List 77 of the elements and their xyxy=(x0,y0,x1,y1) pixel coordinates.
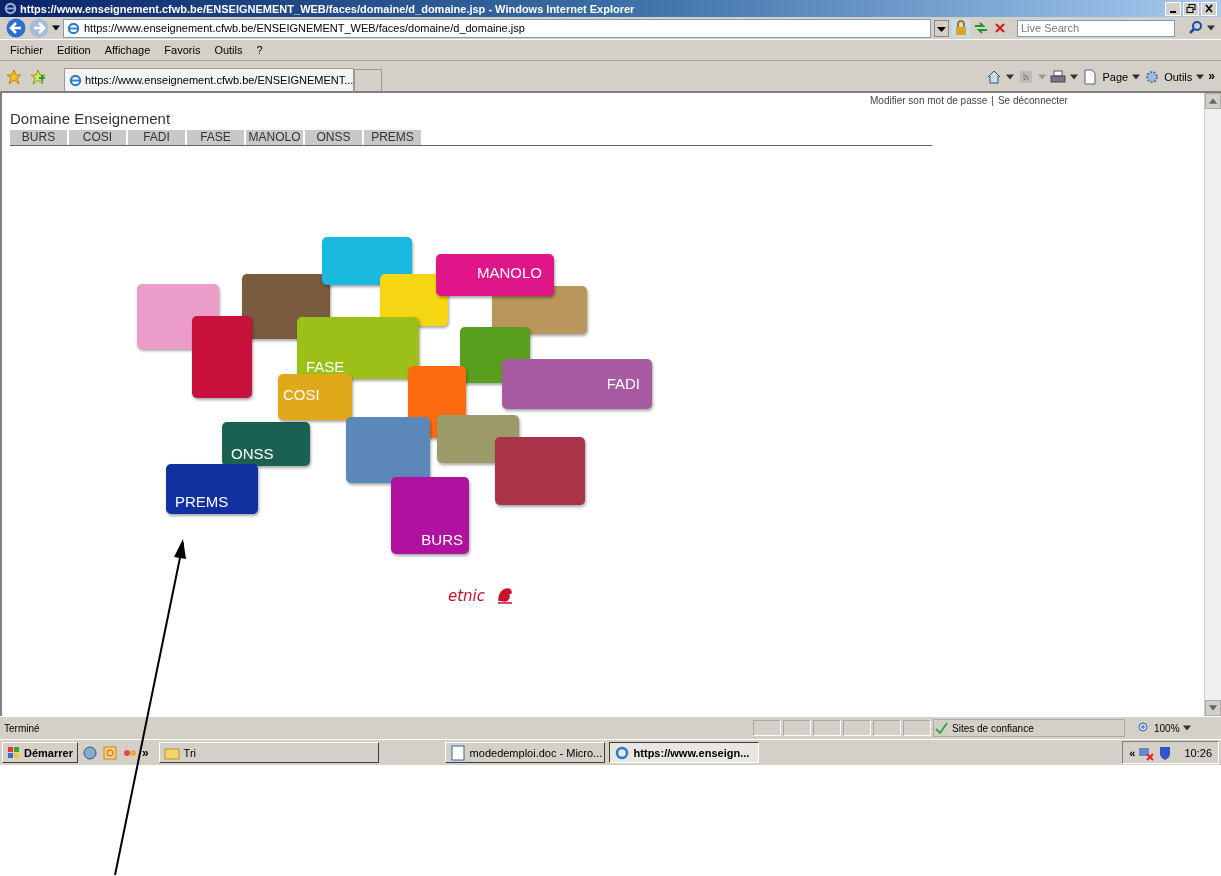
close-button[interactable] xyxy=(1201,1,1217,16)
dropdown-icon[interactable] xyxy=(1006,74,1015,80)
menu-item[interactable]: Edition xyxy=(57,44,91,56)
domain-tile[interactable]: BURS xyxy=(391,477,469,554)
logout-link[interactable]: Se déconnecter xyxy=(997,95,1068,106)
add-star-icon[interactable] xyxy=(30,69,46,85)
status-pane xyxy=(843,720,871,736)
domain-tab[interactable]: MANOLO xyxy=(246,130,303,145)
status-pane xyxy=(903,720,931,736)
browser-logo-icon xyxy=(4,2,17,15)
clock-text: 10:26 xyxy=(1184,746,1212,759)
menu-item[interactable]: Favoris xyxy=(164,44,201,56)
start-button[interactable]: Démarrer xyxy=(2,742,78,763)
zoom-level[interactable]: 100% xyxy=(1154,722,1180,734)
overflow-button[interactable]: » xyxy=(141,745,149,760)
menu-item[interactable]: Outils xyxy=(214,44,243,56)
browser-tab[interactable]: https://www.enseignement.cfwb.be/ENSEIGNEMENT... xyxy=(64,68,354,91)
status-pane xyxy=(753,720,781,736)
vertical-scrollbar[interactable] xyxy=(1204,93,1221,716)
restore-button[interactable] xyxy=(1183,1,1199,16)
minimize-button[interactable] xyxy=(1165,1,1181,16)
taskbar-item[interactable]: modedemploi.doc - Micro... xyxy=(444,742,605,763)
document-icon xyxy=(449,744,466,761)
tab-title: https://www.enseignement.cfwb.be/ENSEIGNEMENT... xyxy=(85,74,354,86)
domain-tab[interactable]: FADI xyxy=(128,130,185,145)
security-zone-text: Sites de confiance xyxy=(952,722,1034,734)
domain-tab[interactable]: BURS xyxy=(10,130,67,145)
status-pane xyxy=(873,720,901,736)
clock-icon[interactable] xyxy=(101,744,118,761)
menu-item[interactable]: ? xyxy=(256,44,263,56)
dropdown-icon[interactable] xyxy=(1132,74,1141,80)
window-title: https://www.enseignement.cfwb.be/ENSEIGNEMENT_WEB/faces/domaine/d_domaine.jsp - Windows Internet Explorer xyxy=(20,2,636,15)
domain-tab[interactable]: PREMS xyxy=(364,130,421,145)
address-dropdown-button[interactable] xyxy=(934,19,949,37)
taskbar-item[interactable]: https://www.enseign... xyxy=(608,742,759,763)
url-text: https://www.enseignement.cfwb.be/ENSEIGNEMENT_WEB/faces/domaine/d_domaine.jsp xyxy=(84,22,525,34)
search-icon[interactable] xyxy=(1188,20,1204,36)
status-pane xyxy=(813,720,841,736)
dropdown-icon[interactable] xyxy=(1207,25,1215,31)
scroll-up-icon[interactable] xyxy=(1205,93,1221,109)
status-text: Terminé xyxy=(4,722,41,734)
page-menu-button[interactable]: Page xyxy=(1102,71,1129,83)
scroll-down-icon[interactable] xyxy=(1205,700,1221,716)
overflow-button[interactable]: » xyxy=(1208,69,1215,83)
refresh-icon[interactable] xyxy=(973,20,989,36)
search-field[interactable]: Live Search xyxy=(1017,19,1175,37)
page-icon xyxy=(69,73,82,87)
page-heading: Domaine Enseignement xyxy=(10,110,172,127)
tools-menu-button[interactable]: Outils xyxy=(1164,71,1193,83)
domain-tab[interactable]: COSI xyxy=(69,130,126,145)
home-icon[interactable] xyxy=(986,69,1003,85)
domain-tile[interactable]: FADI xyxy=(502,359,652,409)
domain-tile[interactable]: ONSS xyxy=(222,422,310,466)
menu-item[interactable]: Fichier xyxy=(10,44,43,56)
domain-tile[interactable]: PREMS xyxy=(166,464,258,514)
star-icon[interactable] xyxy=(6,69,22,85)
dropdown-icon[interactable] xyxy=(1182,725,1191,731)
dropdown-icon[interactable] xyxy=(1070,74,1079,80)
domain-tile[interactable]: MANOLO xyxy=(436,254,554,296)
page-icon xyxy=(67,21,80,35)
back-button[interactable] xyxy=(6,18,26,38)
domain-tab[interactable]: ONSS xyxy=(305,130,362,145)
dropdown-icon[interactable] xyxy=(1196,74,1205,80)
address-field[interactable]: https://www.enseignement.cfwb.be/ENSEIGNEMENT_WEB/faces/domaine/d_domaine.jsp xyxy=(63,18,931,38)
dropdown-icon[interactable] xyxy=(52,25,60,31)
windows-flag-icon xyxy=(7,745,21,760)
menu-item[interactable]: Affichage xyxy=(104,44,151,56)
taskbar-item[interactable]: Tri xyxy=(158,742,379,763)
tray-toggle-button[interactable]: « xyxy=(1129,746,1136,759)
domain-tab[interactable]: FASE xyxy=(187,130,244,145)
status-pane xyxy=(783,720,811,736)
browser-logo-icon xyxy=(613,744,630,761)
logo-text: etnic xyxy=(448,587,486,605)
link-separator: | xyxy=(991,95,994,106)
printer-icon[interactable] xyxy=(1050,69,1067,85)
change-password-link[interactable]: Modifier son mot de passe xyxy=(870,95,988,106)
checkmark-icon xyxy=(934,721,948,735)
